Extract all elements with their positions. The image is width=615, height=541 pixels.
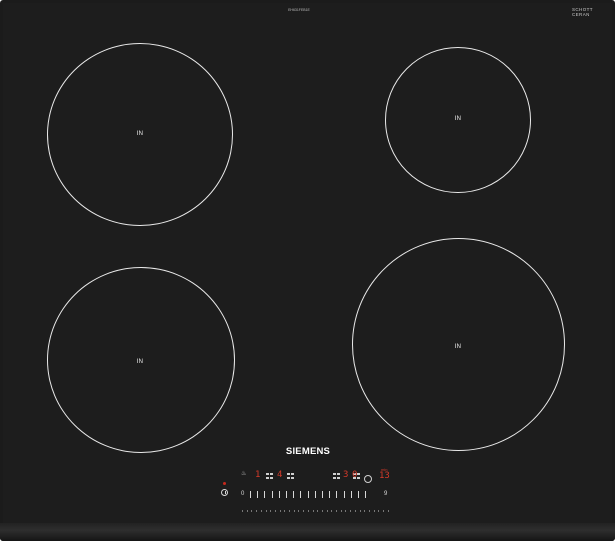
guide-dot: [251, 510, 253, 512]
guide-dot: [368, 510, 370, 512]
induction-hob: EH631FEB1E SCHOTT CERAN IN IN IN IN SIEM…: [0, 0, 615, 541]
slider-tick: [314, 491, 316, 498]
zone-label-rear-right: IN: [454, 116, 462, 122]
zone-display-1: 1: [255, 470, 261, 480]
guide-dot: [350, 510, 352, 512]
zone-select-icon-front-right[interactable]: [341, 473, 348, 479]
slider-tick: [257, 491, 259, 498]
slider-tick: [278, 491, 280, 498]
power-indicator-led: [223, 482, 226, 485]
guide-dot: [359, 510, 361, 512]
slider-tick: [300, 491, 302, 498]
guide-dot: [289, 510, 290, 512]
guide-dot: [331, 510, 333, 512]
guide-dot: [354, 510, 356, 512]
guide-dot: [303, 510, 305, 512]
guide-dot: [265, 510, 267, 512]
model-number: EH631FEB1E: [288, 8, 310, 12]
guide-dot: [340, 510, 342, 512]
power-icon: [224, 491, 226, 494]
zone-select-icon-rear-left[interactable]: [266, 473, 273, 479]
guide-dot: [387, 510, 389, 512]
clock-icon[interactable]: [364, 475, 372, 483]
timer-display: 13: [379, 471, 390, 481]
slider-tick: [322, 491, 323, 498]
guide-dot: [378, 510, 380, 512]
slider-tick: [264, 491, 266, 498]
slider-tick: [250, 491, 251, 498]
slider-tick: [271, 491, 273, 498]
hob-front-edge: [0, 523, 615, 541]
guide-dot: [364, 510, 366, 512]
slider-tick: [336, 491, 338, 498]
guide-dot: [293, 510, 295, 512]
guide-dot: [326, 510, 328, 512]
zone-select-icon-rear-right[interactable]: [333, 473, 340, 479]
guide-dot: [284, 510, 286, 512]
guide-dot: [383, 510, 384, 512]
guide-dot: [373, 510, 375, 512]
zone-label-rear-left: IN: [136, 131, 144, 137]
slider-tick: [293, 491, 295, 498]
guide-dot: [256, 510, 258, 512]
guide-dot: [336, 510, 337, 512]
slider-min-label: 0: [241, 491, 245, 497]
zone-label-front-left: IN: [136, 359, 144, 365]
power-button[interactable]: [221, 489, 228, 496]
guide-dot: [321, 510, 323, 512]
slider-tick: [350, 491, 352, 498]
guide-dot: [307, 510, 309, 512]
zone-display-4: 0: [352, 470, 358, 480]
guide-dot: [312, 510, 314, 512]
slider-tick: [329, 491, 331, 498]
slider-tick: [365, 491, 367, 498]
guide-dot: [279, 510, 281, 512]
zone-label-front-right: IN: [454, 344, 462, 350]
zone-select-icon-front-left[interactable]: [287, 473, 294, 479]
guide-dot: [270, 510, 272, 512]
schott-ceran-logo: SCHOTT CERAN: [572, 7, 593, 17]
slider-tick: [286, 491, 287, 498]
slider-tick: [343, 491, 345, 498]
guide-dot: [260, 510, 262, 512]
zone-display-2: 4: [277, 470, 283, 480]
pan-icon[interactable]: ♨: [241, 470, 246, 478]
guide-dot: [345, 510, 347, 512]
power-level-slider[interactable]: [250, 491, 370, 499]
guide-dot: [298, 510, 300, 512]
slider-guide-dots: [242, 510, 392, 513]
guide-dot: [246, 510, 248, 512]
slider-max-label: 9: [384, 491, 388, 497]
guide-dot: [317, 510, 319, 512]
slider-tick: [358, 491, 359, 498]
brand-logo: SIEMENS: [285, 446, 331, 457]
guide-dot: [274, 510, 276, 512]
slider-tick: [307, 491, 309, 498]
guide-dot: [242, 510, 243, 512]
